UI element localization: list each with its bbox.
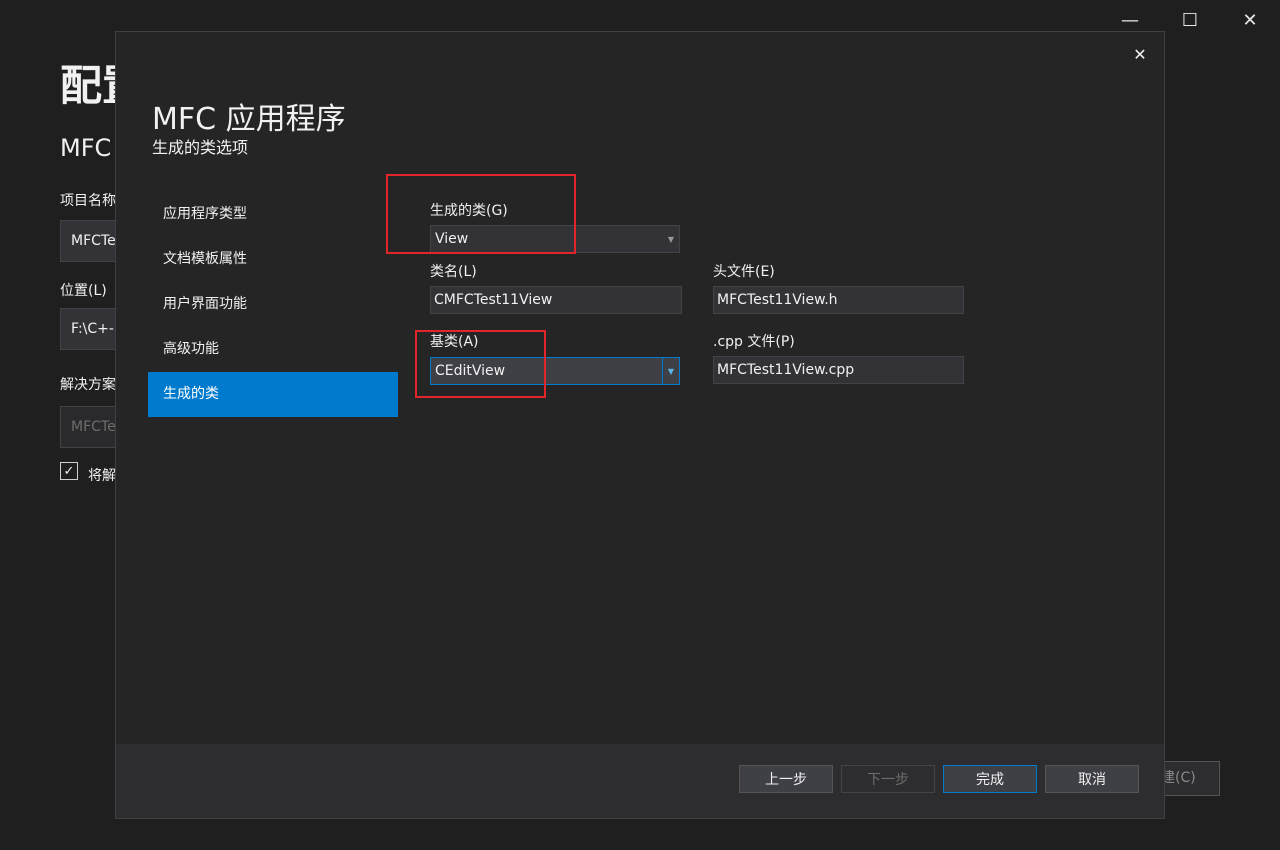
next-button[interactable]: 下一步 xyxy=(841,765,935,793)
project-name-label: 项目名称 xyxy=(60,193,116,209)
close-icon[interactable]: ✕ xyxy=(1220,0,1280,40)
prev-button[interactable]: 上一步 xyxy=(739,765,833,793)
place-solution-label: 将解 xyxy=(88,468,116,484)
location-label: 位置(L) xyxy=(60,283,107,299)
wizard-nav: 应用程序类型 文档模板属性 用户界面功能 高级功能 生成的类 xyxy=(148,192,398,417)
nav-item-generated-classes[interactable]: 生成的类 xyxy=(148,372,398,417)
header-file-label: 头文件(E) xyxy=(713,264,775,280)
cpp-file-input[interactable]: MFCTest11View.cpp xyxy=(713,356,964,384)
header-file-input[interactable]: MFCTest11View.h xyxy=(713,286,964,314)
cpp-file-label: .cpp 文件(P) xyxy=(713,334,795,350)
annotation-box-generated-class xyxy=(386,174,576,254)
checkmark-icon: ✓ xyxy=(63,463,75,479)
nav-item-advanced[interactable]: 高级功能 xyxy=(148,327,398,372)
annotation-box-base-class xyxy=(415,330,546,398)
nav-item-doc-template[interactable]: 文档模板属性 xyxy=(148,237,398,282)
maximize-icon[interactable]: ☐ xyxy=(1160,0,1220,40)
place-solution-checkbox[interactable]: ✓ xyxy=(60,462,78,480)
chevron-down-icon: ▼ xyxy=(667,234,675,244)
dialog-subtitle: 生成的类选项 xyxy=(152,138,249,157)
solution-label: 解决方案 xyxy=(60,377,116,393)
mfc-wizard-dialog: ✕ MFC 应用程序 生成的类选项 应用程序类型 文档模板属性 用户界面功能 高… xyxy=(115,31,1165,819)
dialog-footer: 上一步 下一步 完成 取消 xyxy=(116,744,1164,818)
nav-item-app-type[interactable]: 应用程序类型 xyxy=(148,192,398,237)
chevron-down-icon: ▼ xyxy=(662,358,679,384)
nav-item-ui-features[interactable]: 用户界面功能 xyxy=(148,282,398,327)
dialog-title: MFC 应用程序 xyxy=(152,102,346,137)
cancel-button[interactable]: 取消 xyxy=(1045,765,1139,793)
page-subtitle: MFC xyxy=(60,134,112,162)
class-name-label: 类名(L) xyxy=(430,264,477,280)
dialog-close-icon[interactable]: ✕ xyxy=(1128,42,1152,66)
finish-button[interactable]: 完成 xyxy=(943,765,1037,793)
class-name-input[interactable]: CMFCTest11View xyxy=(430,286,682,314)
